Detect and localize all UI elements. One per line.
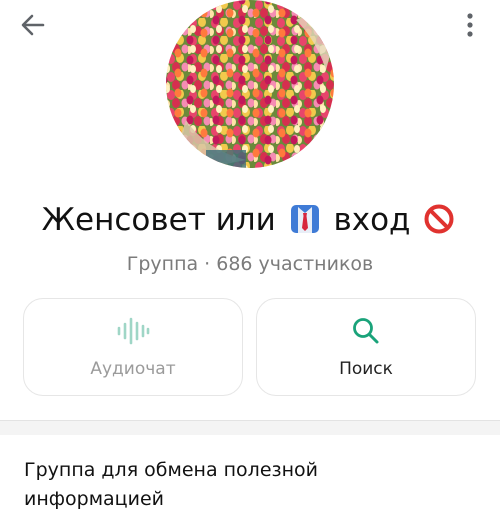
tulips-bouquet-image — [166, 0, 334, 168]
search-icon — [353, 318, 379, 344]
audio-chat-label: Аудиочат — [90, 359, 176, 379]
more-options-button[interactable] — [456, 10, 484, 40]
search-button[interactable]: Поиск — [256, 298, 476, 396]
group-description: Группа для обмена полезной информацией — [24, 459, 319, 510]
back-button[interactable] — [18, 10, 48, 40]
necktie-shirt-emoji-icon — [290, 205, 319, 233]
group-title-text-2: вход — [333, 202, 411, 238]
prohibited-emoji-icon — [424, 204, 454, 234]
audio-wave-icon — [117, 317, 150, 345]
audio-chat-button[interactable]: Аудиочат — [23, 298, 243, 396]
more-vertical-icon — [467, 13, 473, 37]
arrow-left-icon — [21, 14, 45, 36]
group-title: Женсовет или вход — [0, 198, 500, 242]
search-label: Поиск — [339, 359, 393, 379]
group-avatar[interactable] — [166, 0, 334, 168]
section-separator-band — [0, 421, 500, 435]
group-title-text-1: Женсовет или — [41, 202, 276, 238]
group-subtitle: Группа · 686 участников — [126, 253, 374, 275]
